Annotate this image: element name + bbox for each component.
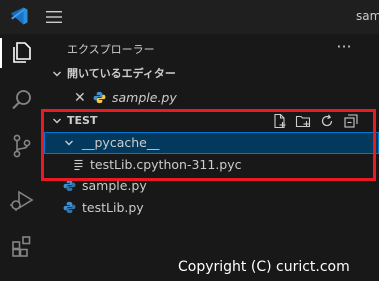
open-editors-header[interactable]: 開いているエディター xyxy=(44,63,379,85)
open-editor-item[interactable]: ✕ sample.py xyxy=(44,87,379,109)
python-file-icon xyxy=(93,91,106,104)
workspace-header[interactable]: TEST xyxy=(44,110,379,132)
explorer-panel: エクスプローラー ··· 開いているエディター ✕ sample.py TEST xyxy=(44,34,379,281)
run-debug-icon[interactable] xyxy=(8,186,36,214)
collapse-all-icon[interactable] xyxy=(343,113,359,129)
title-bar: sampl xyxy=(0,0,379,34)
python-file-icon xyxy=(63,201,76,214)
new-folder-icon[interactable] xyxy=(295,113,311,129)
open-editor-filename: sample.py xyxy=(112,90,177,105)
chevron-down-icon xyxy=(53,71,61,77)
open-editors-label: 開いているエディター xyxy=(67,67,176,80)
pycache-folder-item[interactable]: __pycache__ xyxy=(44,132,379,154)
file-item-testlib[interactable]: testLib.py xyxy=(44,197,379,219)
vscode-logo-icon xyxy=(11,7,28,25)
workspace-label: TEST xyxy=(67,114,98,127)
menu-icon[interactable] xyxy=(45,10,63,24)
file-name-sample: sample.py xyxy=(82,178,147,193)
chevron-down-icon xyxy=(65,140,73,146)
extensions-icon[interactable] xyxy=(8,232,36,260)
activity-bar xyxy=(0,34,44,281)
search-icon[interactable] xyxy=(8,86,36,114)
file-name-testlib: testLib.py xyxy=(82,200,144,215)
python-file-icon xyxy=(63,179,76,192)
refresh-icon[interactable] xyxy=(319,113,335,129)
pyc-file-name: testLib.cpython-311.pyc xyxy=(90,157,242,172)
file-lines-icon xyxy=(74,159,83,171)
copyright-watermark: Copyright (C) curict.com xyxy=(178,259,350,275)
pyc-file-item[interactable]: testLib.cpython-311.pyc xyxy=(44,154,379,176)
close-icon[interactable]: ✕ xyxy=(74,90,86,106)
new-file-icon[interactable] xyxy=(272,113,288,129)
file-item-sample[interactable]: sample.py xyxy=(44,175,379,197)
more-actions-icon[interactable]: ··· xyxy=(334,37,354,57)
window-title: sampl xyxy=(356,9,379,23)
source-control-icon[interactable] xyxy=(8,132,36,160)
explorer-title: エクスプローラー xyxy=(67,43,155,56)
explorer-icon[interactable] xyxy=(8,38,36,66)
pycache-folder-name: __pycache__ xyxy=(82,135,160,150)
active-indicator xyxy=(0,38,2,68)
chevron-down-icon xyxy=(53,118,61,124)
